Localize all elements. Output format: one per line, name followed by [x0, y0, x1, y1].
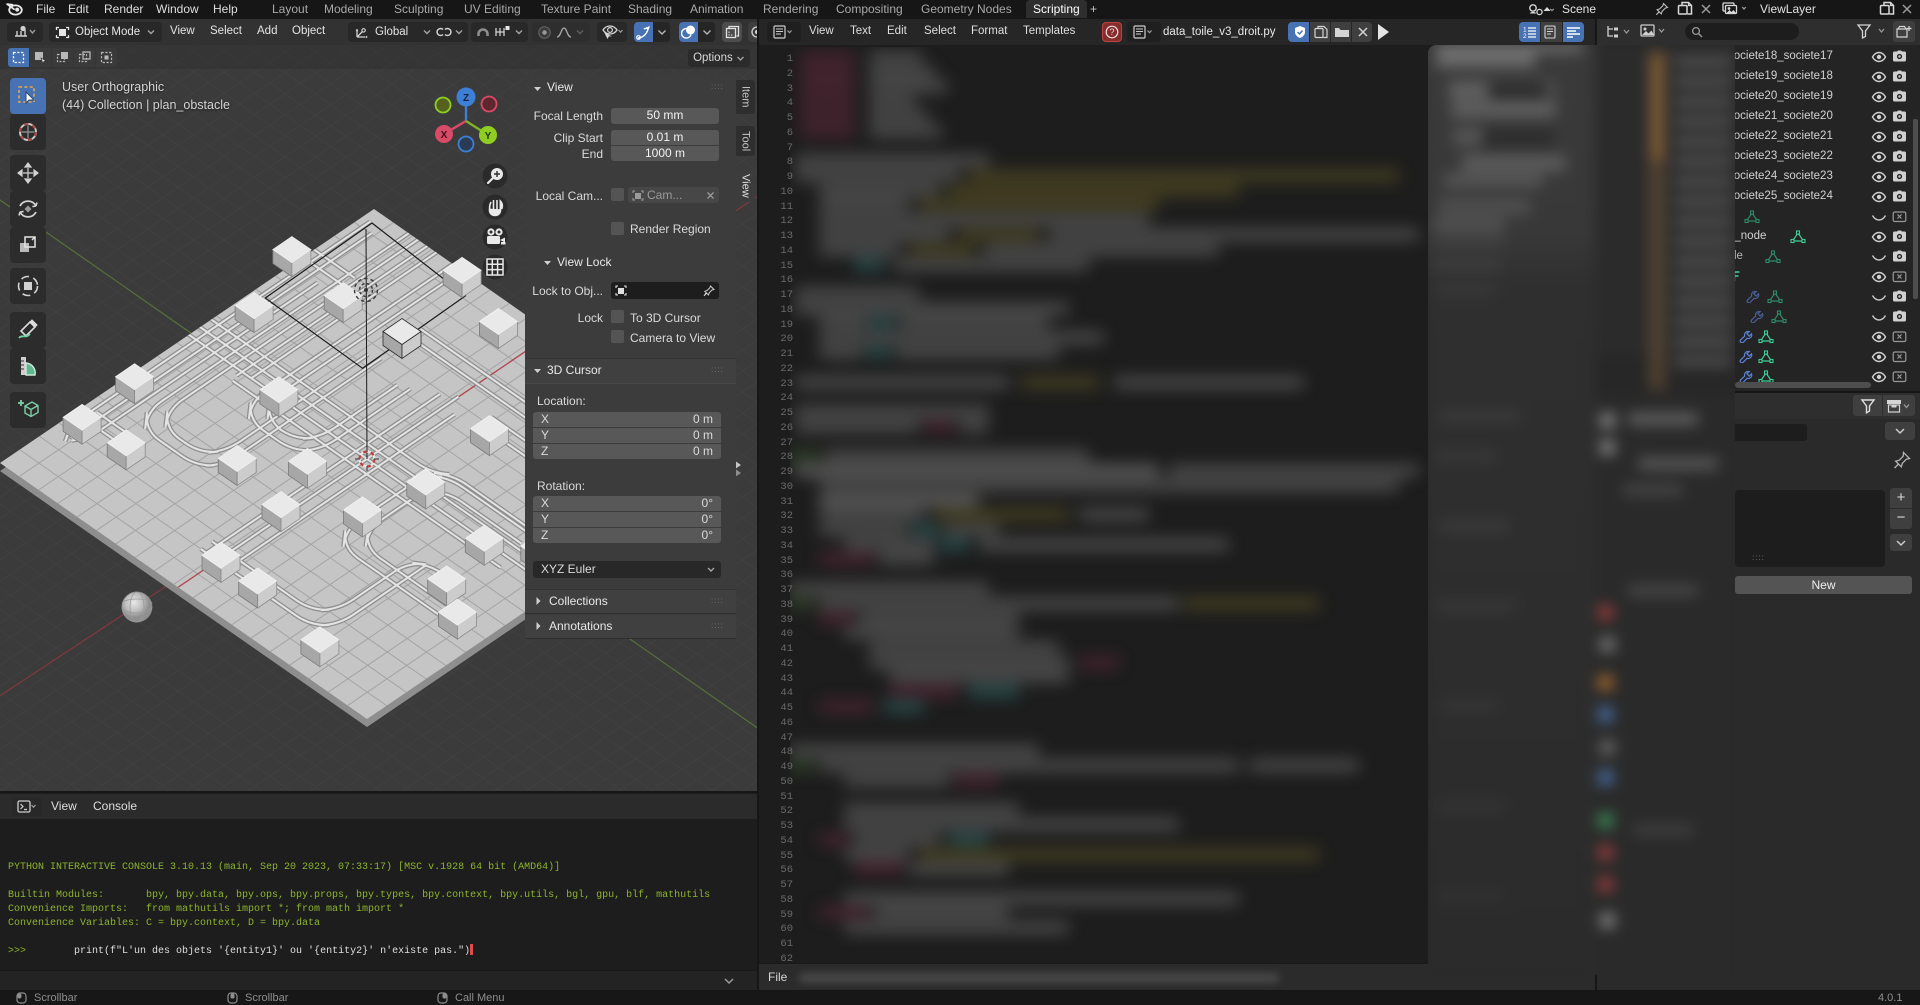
svg-text:Y: Y — [485, 131, 492, 142]
svg-text:X: X — [441, 130, 448, 141]
svg-text:2: 2 — [1523, 33, 1527, 39]
svg-text:Z: Z — [463, 93, 469, 104]
svg-text:?: ? — [1109, 27, 1114, 37]
